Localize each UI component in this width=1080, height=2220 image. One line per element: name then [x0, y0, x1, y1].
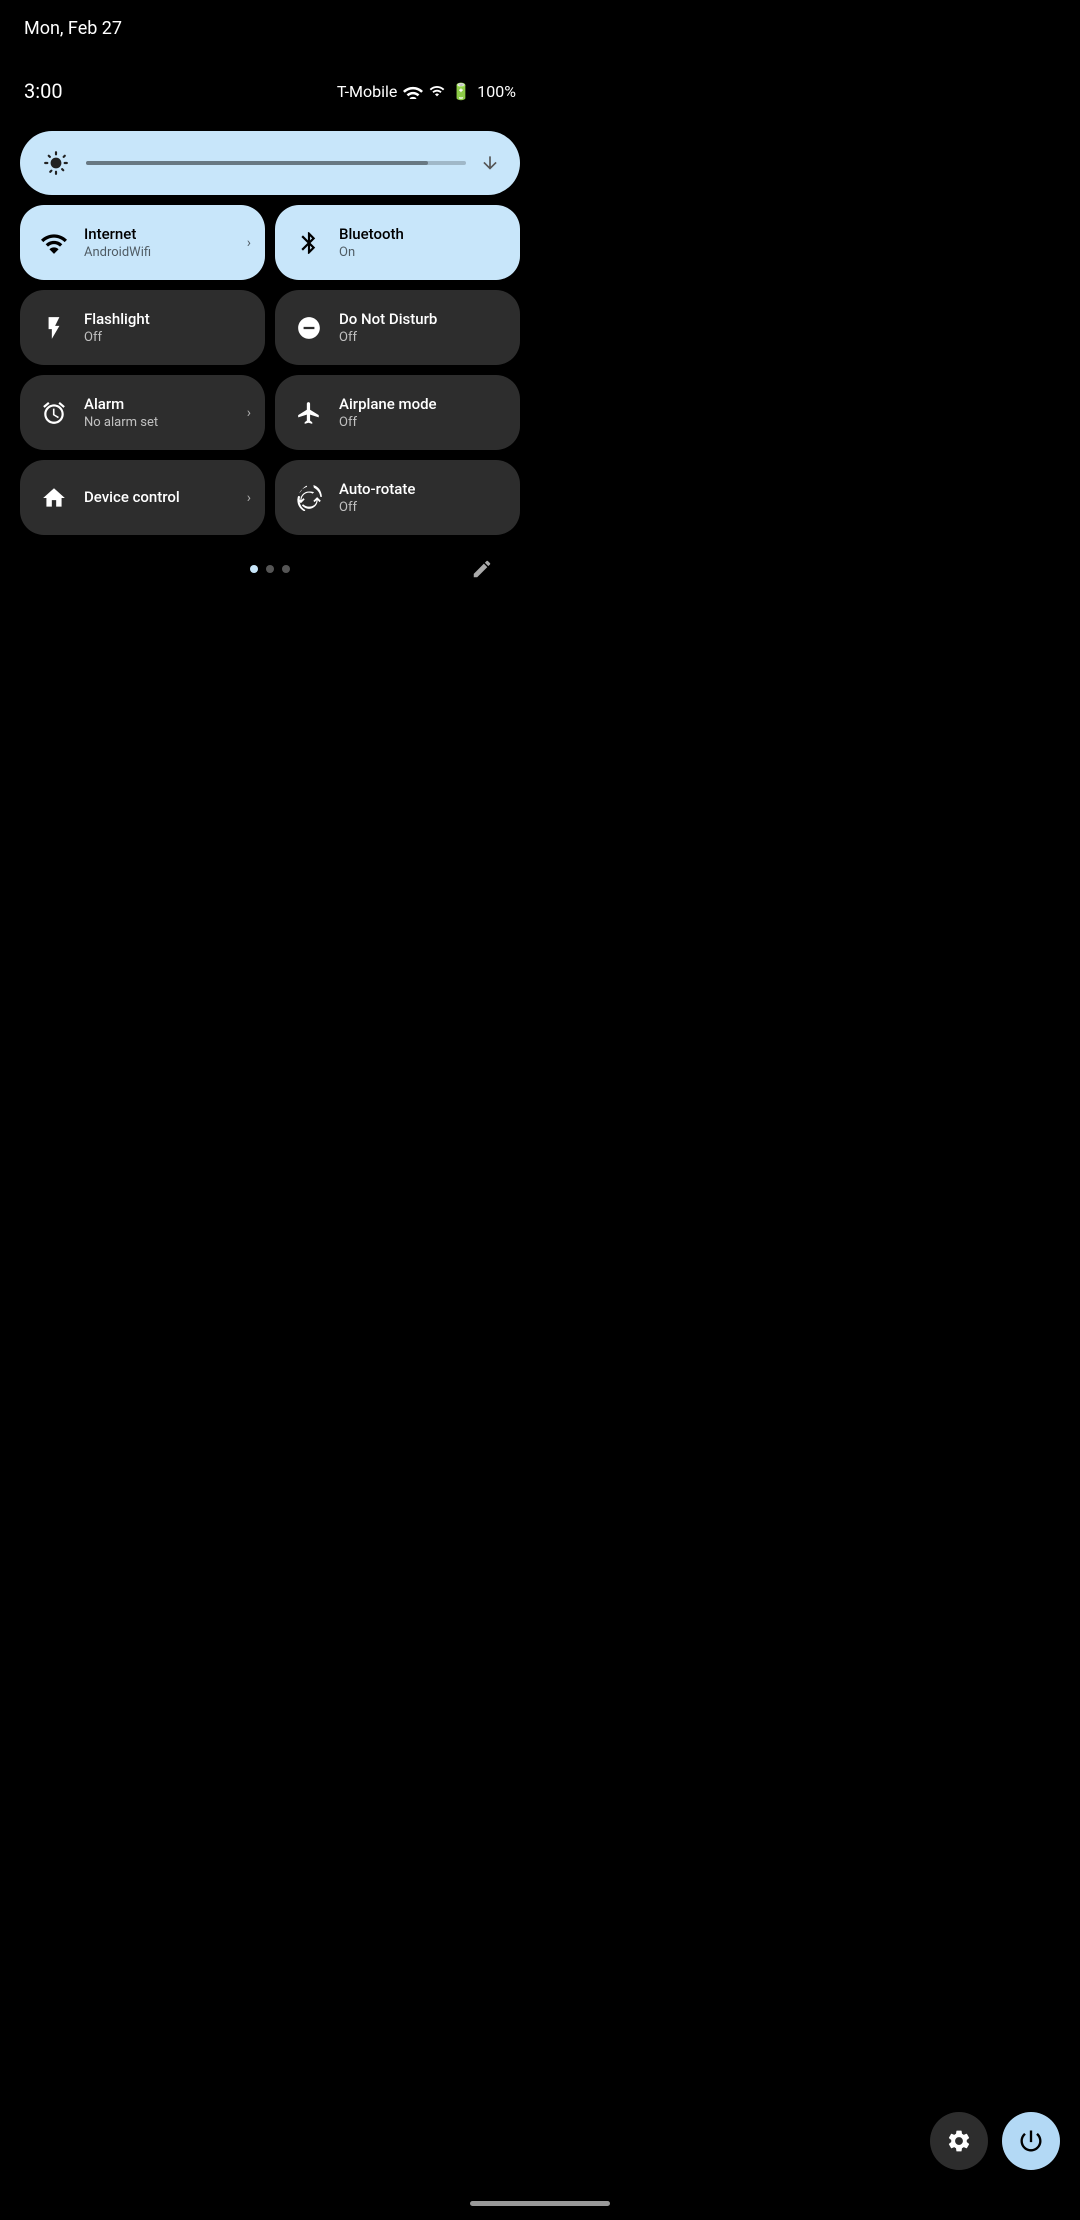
- alarm-icon: [38, 397, 70, 429]
- internet-tile-subtitle: AndroidWifi: [84, 245, 151, 260]
- dnd-tile-title: Do Not Disturb: [339, 310, 437, 328]
- airplane-tile-title: Airplane mode: [339, 395, 437, 413]
- airplane-tile-subtitle: Off: [339, 415, 437, 430]
- home-indicator: [470, 2201, 610, 2206]
- power-button[interactable]: [1002, 2112, 1060, 2170]
- bluetooth-tile-title: Bluetooth: [339, 225, 404, 243]
- bluetooth-tile-text: Bluetooth On: [339, 225, 404, 260]
- flashlight-tile-subtitle: Off: [84, 330, 150, 345]
- battery-icon: 🔋: [451, 82, 471, 101]
- device-control-tile-text: Device control: [84, 488, 180, 508]
- signal-icon: [429, 83, 445, 99]
- tile-alarm[interactable]: Alarm No alarm set ›: [20, 375, 265, 450]
- tile-airplane[interactable]: Airplane mode Off: [275, 375, 520, 450]
- dnd-tile-text: Do Not Disturb Off: [339, 310, 437, 345]
- status-bar: Mon, Feb 27 3:00 T-Mobile 🔋 100%: [0, 0, 540, 111]
- edit-button[interactable]: [464, 551, 500, 587]
- bluetooth-tile-subtitle: On: [339, 245, 404, 260]
- autorotate-tile-title: Auto-rotate: [339, 480, 415, 498]
- internet-chevron-icon: ›: [247, 235, 251, 251]
- tile-grid: Internet AndroidWifi › Bluetooth On: [20, 205, 520, 535]
- date-text: Mon, Feb 27: [24, 18, 516, 39]
- dnd-icon: [293, 312, 325, 344]
- tile-device-control[interactable]: Device control ›: [20, 460, 265, 535]
- dot-2: [266, 565, 274, 573]
- page-controls: [20, 545, 520, 573]
- rotate-icon: [293, 482, 325, 514]
- airplane-icon: [293, 397, 325, 429]
- quick-settings-panel: Internet AndroidWifi › Bluetooth On: [0, 111, 540, 573]
- alarm-tile-title: Alarm: [84, 395, 158, 413]
- carrier-name: T-Mobile: [337, 82, 398, 101]
- wifi-icon: [38, 227, 70, 259]
- brightness-slider[interactable]: [86, 161, 466, 165]
- device-control-chevron-icon: ›: [247, 490, 251, 506]
- bluetooth-icon: [293, 227, 325, 259]
- flashlight-tile-text: Flashlight Off: [84, 310, 150, 345]
- wifi-status-icon: [403, 83, 423, 99]
- device-control-tile-title: Device control: [84, 488, 180, 506]
- page-dots: [250, 565, 290, 573]
- alarm-tile-subtitle: No alarm set: [84, 415, 158, 430]
- airplane-tile-text: Airplane mode Off: [339, 395, 437, 430]
- carrier-info: T-Mobile 🔋 100%: [337, 82, 516, 101]
- brightness-icon: [40, 147, 72, 179]
- tile-dnd[interactable]: Do Not Disturb Off: [275, 290, 520, 365]
- power-icon: [1017, 2127, 1045, 2155]
- brightness-handle-icon: [480, 153, 500, 173]
- tile-flashlight[interactable]: Flashlight Off: [20, 290, 265, 365]
- time-row: 3:00 T-Mobile 🔋 100%: [24, 79, 516, 103]
- autorotate-tile-subtitle: Off: [339, 500, 415, 515]
- internet-tile-text: Internet AndroidWifi: [84, 225, 151, 260]
- autorotate-tile-text: Auto-rotate Off: [339, 480, 415, 515]
- flashlight-icon: [38, 312, 70, 344]
- alarm-tile-text: Alarm No alarm set: [84, 395, 158, 430]
- edit-icon: [471, 558, 493, 580]
- tile-internet[interactable]: Internet AndroidWifi ›: [20, 205, 265, 280]
- tile-autorotate[interactable]: Auto-rotate Off: [275, 460, 520, 535]
- internet-tile-title: Internet: [84, 225, 151, 243]
- brightness-fill: [86, 161, 428, 165]
- home-icon: [38, 482, 70, 514]
- dot-1: [250, 565, 258, 573]
- dot-3: [282, 565, 290, 573]
- settings-button[interactable]: [930, 2112, 988, 2170]
- settings-icon: [946, 2128, 972, 2154]
- bottom-actions: [930, 2112, 1060, 2170]
- battery-percent: 100%: [477, 82, 516, 101]
- tile-bluetooth[interactable]: Bluetooth On: [275, 205, 520, 280]
- alarm-chevron-icon: ›: [247, 405, 251, 421]
- brightness-row[interactable]: [20, 131, 520, 195]
- dnd-tile-subtitle: Off: [339, 330, 437, 345]
- flashlight-tile-title: Flashlight: [84, 310, 150, 328]
- time-text: 3:00: [24, 79, 63, 103]
